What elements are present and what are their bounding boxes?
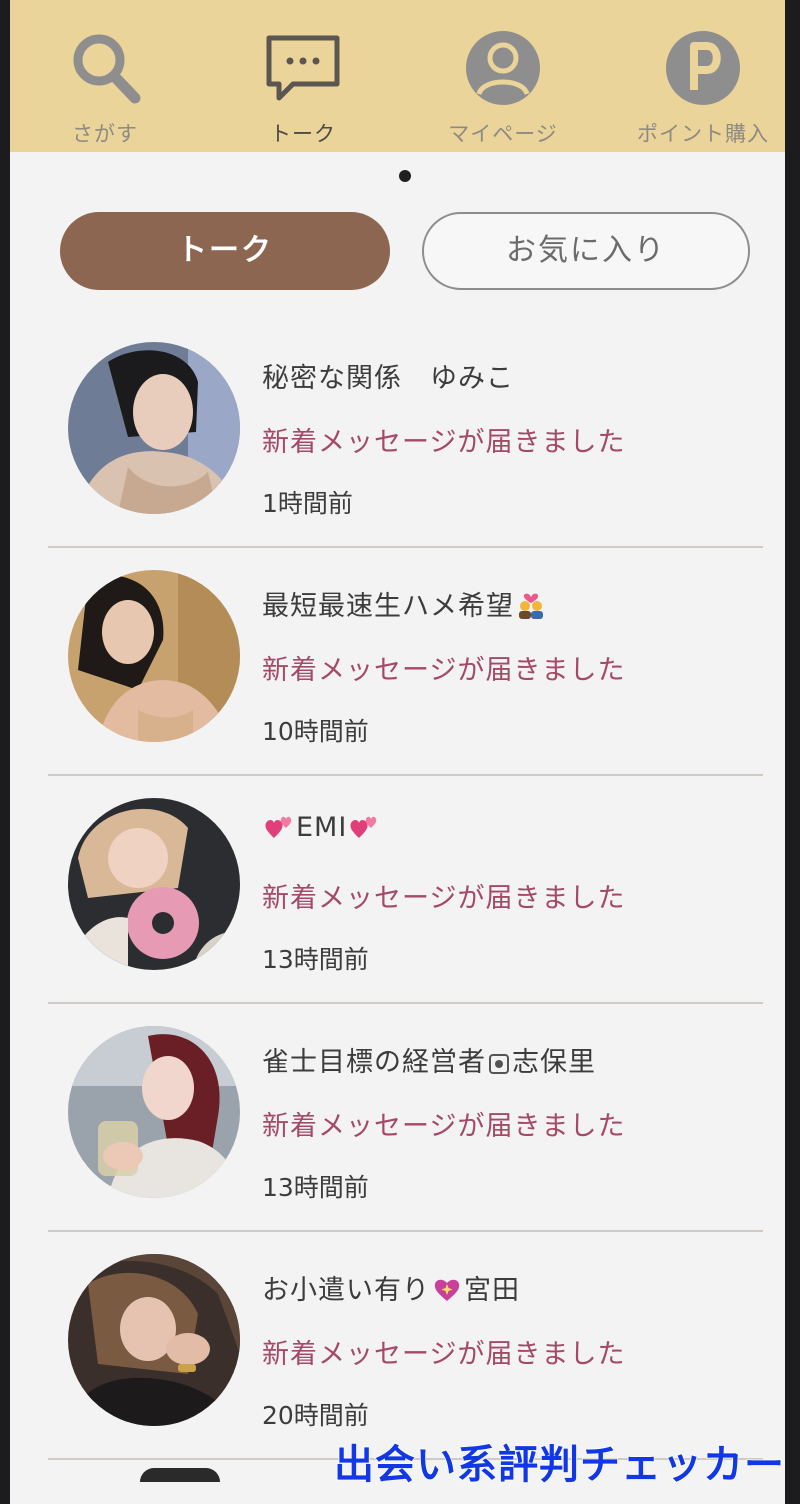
talk-name-text: EMI — [296, 812, 348, 843]
talk-name: お小遣い有り 宮田 — [262, 1268, 520, 1307]
avatar — [140, 1468, 220, 1482]
user-icon — [466, 31, 540, 105]
talk-name: 秘密な関係 ゆみこ — [262, 363, 514, 394]
talk-time: 10時間前 — [262, 717, 369, 746]
avatar — [68, 570, 240, 742]
nav-search[interactable]: さがす — [10, 0, 200, 152]
talk-time: 20時間前 — [262, 1401, 369, 1430]
top-navigation: さがす トーク マイページ ポイント購入 — [10, 0, 785, 152]
points-p-icon — [666, 31, 740, 105]
talk-time: 1時間前 — [262, 489, 353, 518]
talk-row[interactable]: EMI 新着メッセージが届きました 13時間前 — [10, 776, 785, 1004]
talk-name-text: お小遣い有り — [262, 1275, 430, 1306]
avatar — [68, 1026, 240, 1198]
sparkling-heart-emoji — [434, 1279, 460, 1301]
phone-screen: さがす トーク マイページ ポイント購入 トーク お気に入り 秘密な関係 ゆみこ… — [10, 0, 785, 1504]
avatar — [68, 798, 240, 970]
talk-name-text-2: 志保里 — [512, 1047, 596, 1078]
talk-row[interactable]: 雀士目標の経営者 志保里 新着メッセージが届きました 13時間前 — [10, 1004, 785, 1232]
talk-message: 新着メッセージが届きました — [262, 883, 626, 914]
talk-list: 秘密な関係 ゆみこ 新着メッセージが届きました 1時間前 最短最速生ハメ希望 新… — [10, 320, 785, 1460]
talk-message: 新着メッセージが届きました — [262, 1111, 626, 1142]
avatar — [68, 1254, 240, 1426]
avatar — [68, 342, 240, 514]
talk-name-text: 雀士目標の経営者 — [262, 1047, 486, 1078]
search-icon — [73, 34, 141, 104]
talk-message: 新着メッセージが届きました — [262, 427, 626, 458]
talk-name: EMI — [262, 812, 381, 843]
talk-message: 新着メッセージが届きました — [262, 655, 626, 686]
watermark-text: 出会い系評判チェッカー — [333, 1441, 785, 1489]
talk-time: 13時間前 — [262, 1173, 369, 1202]
ballot-box-emoji — [489, 1054, 509, 1074]
tab-favorites[interactable]: お気に入り — [422, 212, 750, 290]
talk-name: 雀士目標の経営者 志保里 — [262, 1040, 596, 1079]
chat-bubble-icon — [266, 35, 340, 101]
nav-mypage-label: マイページ — [448, 122, 558, 146]
talk-row[interactable]: 秘密な関係 ゆみこ 新着メッセージが届きました 1時間前 — [10, 320, 785, 548]
nav-mypage[interactable]: マイページ — [408, 0, 598, 152]
nav-talk[interactable]: トーク — [208, 0, 398, 152]
talk-row[interactable]: 最短最速生ハメ希望 新着メッセージが届きました 10時間前 — [10, 548, 785, 776]
nav-buy-points[interactable]: ポイント購入 — [608, 0, 785, 152]
two-hearts-emoji — [350, 816, 377, 838]
talk-name: 最短最速生ハメ希望 — [262, 584, 548, 623]
nav-search-label: さがす — [72, 122, 138, 146]
talk-message: 新着メッセージが届きました — [262, 1339, 626, 1370]
talk-time: 13時間前 — [262, 945, 369, 974]
nav-buy-points-label: ポイント購入 — [637, 122, 769, 146]
page-indicator-dot — [399, 170, 411, 182]
couple-with-heart-emoji — [519, 593, 543, 619]
tab-talk[interactable]: トーク — [60, 212, 390, 290]
talk-name-text: 最短最速生ハメ希望 — [262, 591, 514, 622]
nav-talk-label: トーク — [270, 122, 336, 146]
two-hearts-emoji — [265, 816, 292, 838]
talk-name-text-2: 宮田 — [464, 1275, 520, 1306]
talk-row[interactable]: お小遣い有り 宮田 新着メッセージが届きました 20時間前 — [10, 1232, 785, 1460]
